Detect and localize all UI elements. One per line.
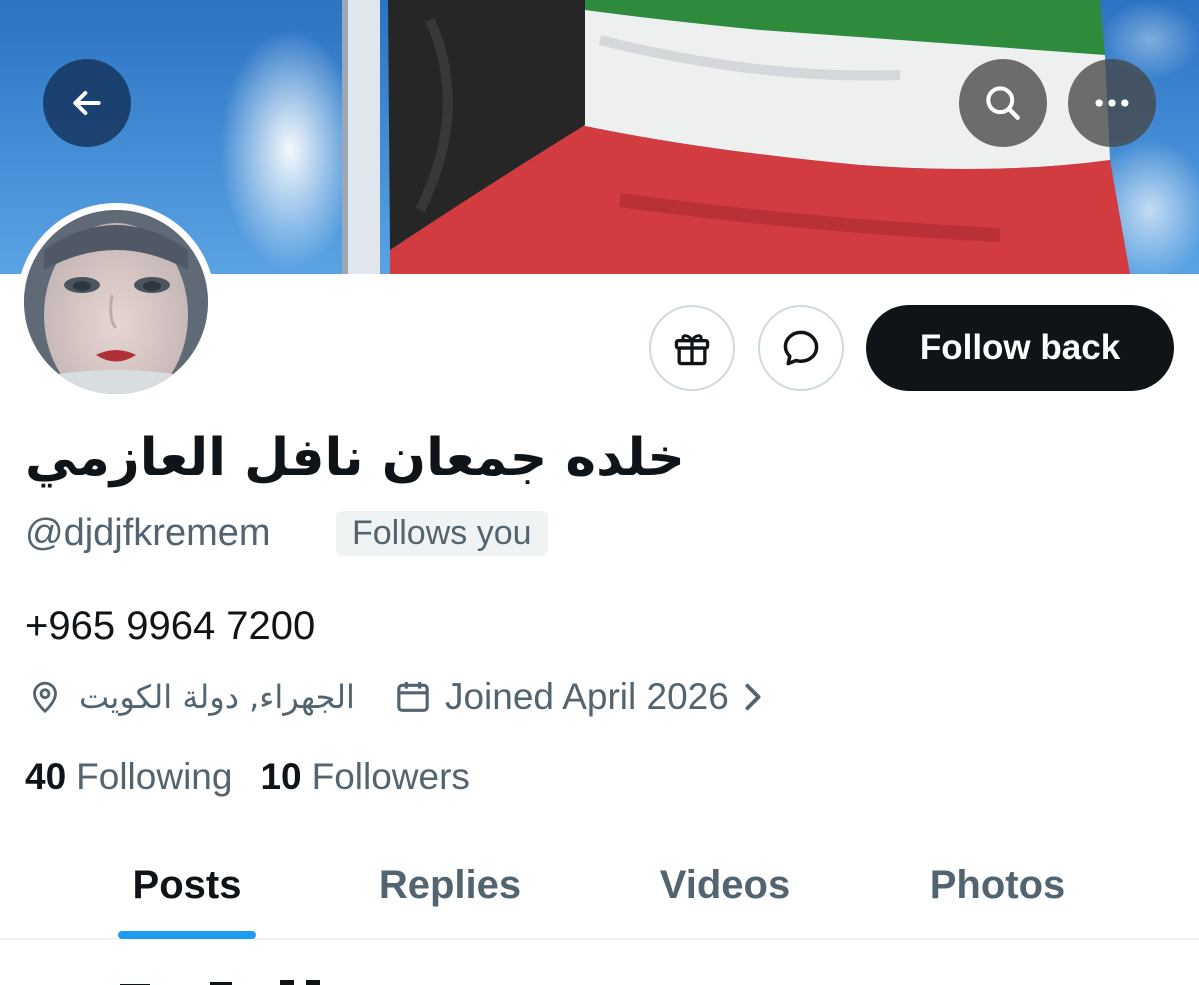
following-count: 40 — [25, 756, 67, 797]
followers-link[interactable]: 10 Followers — [260, 752, 469, 802]
location-icon — [25, 677, 65, 717]
followers-count: 10 — [260, 756, 302, 797]
profile-tabs: Posts Replies Videos Photos — [0, 830, 1199, 940]
more-horizontal-icon — [1095, 99, 1129, 107]
message-button[interactable] — [758, 305, 844, 391]
tab-videos[interactable]: Videos — [640, 830, 810, 940]
back-button[interactable] — [43, 59, 131, 147]
avatar[interactable] — [17, 203, 215, 401]
profile-photo — [24, 210, 208, 394]
search-button[interactable] — [959, 59, 1047, 147]
location-text: الجهراء, دولة الكويت — [79, 678, 355, 716]
follows-you-badge: Follows you — [336, 511, 548, 556]
calendar-icon — [393, 677, 433, 717]
following-link[interactable]: 40 Following — [25, 752, 232, 802]
profile-meta: الجهراء, دولة الكويت Joined April 2026 — [25, 672, 763, 722]
follow-stats: 40 Following 10 Followers — [25, 752, 470, 802]
gift-icon — [674, 334, 710, 366]
message-icon — [783, 330, 819, 366]
display-name: خلده جمعان نافل العازمي — [25, 428, 685, 488]
active-tab-indicator — [118, 931, 256, 939]
bio: +965 9964 7200 — [25, 604, 316, 648]
gift-button[interactable] — [649, 305, 735, 391]
cut-off-content — [60, 972, 390, 985]
tab-posts[interactable]: Posts — [118, 830, 256, 940]
followers-label: Followers — [311, 756, 470, 797]
joined-date-link[interactable]: Joined April 2026 — [393, 676, 763, 718]
following-label: Following — [76, 756, 233, 797]
search-icon — [986, 86, 1020, 120]
joined-date: Joined April 2026 — [444, 676, 729, 717]
follow-back-button[interactable]: Follow back — [866, 305, 1174, 391]
username-handle: @djdjfkremem — [25, 512, 271, 554]
chevron-right-icon — [743, 682, 763, 712]
arrow-left-icon — [73, 91, 101, 115]
more-options-button[interactable] — [1068, 59, 1156, 147]
tab-photos[interactable]: Photos — [910, 830, 1085, 940]
tab-replies[interactable]: Replies — [360, 830, 540, 940]
